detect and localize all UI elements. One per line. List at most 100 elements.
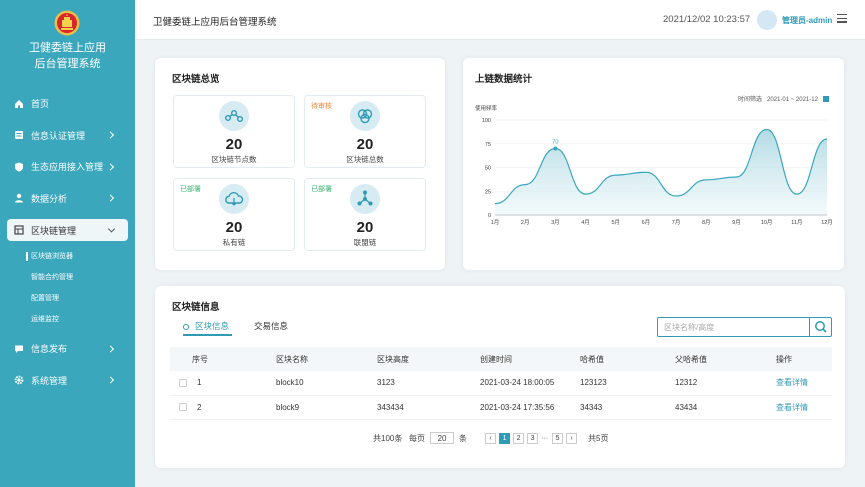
prev-page-button[interactable]: ‹ [485,432,497,444]
chevron-down-icon [107,225,116,233]
sidebar-item-info-auth[interactable]: 信息认证管理 [0,120,135,152]
stat-label: 区块链节点数 [211,155,257,164]
cloud-icon [219,184,249,214]
submenu-item-config[interactable]: 配置管理 [0,288,135,309]
document-icon [15,131,23,140]
x-tick-label: 2月 [521,219,530,226]
chevron-right-icon [106,376,115,384]
page-button[interactable]: 3 [527,432,539,444]
x-tick-label: 11月 [791,219,802,226]
y-tick-label: 50 [485,166,491,172]
app-name: 卫健委链上应用 后台管理系统 [0,40,135,72]
col-header: 父哈希值 [675,347,776,371]
sidebar-item-label: 区块链管理 [31,225,77,236]
y-tick-label: 0 [488,213,491,219]
cell-height: 343434 [377,395,480,420]
shield-icon [15,162,23,172]
table-icon [14,225,24,235]
status-badge-deployed: 已部署 [180,186,201,193]
chevron-right-icon [106,194,115,202]
overview-card: 区块链总览 20 区块链节点数 待审核 20 区块链总数 已部署 20 私有链 … [155,58,445,270]
sidebar: 卫健委链上应用 后台管理系统 首页 信息认证管理 生态应用接入管理 数据分析 区… [0,0,135,487]
next-page-button[interactable]: › [566,432,578,444]
menu-icon[interactable] [837,14,847,23]
stat-label: 私有链 [222,238,246,247]
block-table: 序号 区块名称 区块高度 创建时间 哈希值 父哈希值 操作 1 block10 … [170,347,832,420]
search-button[interactable] [809,318,831,336]
cell-no: 2 [192,395,276,420]
x-tick-label: 1月 [491,219,500,226]
chevron-right-icon [106,131,115,139]
sidebar-item-label: 生态应用接入管理 [31,162,104,173]
app-name-line1: 卫健委链上应用 [29,42,106,54]
submenu-item-contracts[interactable]: 智能合约管理 [0,267,135,288]
header-username[interactable]: 管理员-admin [782,15,832,26]
pagination: 共100条 每页 20 条 ‹ 1 2 3 ··· 5 › 共5页 [373,432,608,444]
hexagon-icon [350,101,380,131]
col-header: 序号 [192,347,276,371]
x-tick-label: 9月 [732,219,741,226]
sidebar-nav: 首页 信息认证管理 生态应用接入管理 数据分析 区块链管理 区块链浏览器 智能合… [0,88,135,396]
sidebar-item-system[interactable]: 系统管理 [0,365,135,397]
stat-value: 20 [225,136,243,153]
stat-card-chains[interactable]: 待审核 20 区块链总数 [304,95,426,168]
stat-label: 联盟链 [353,238,377,247]
page-button[interactable]: 5 [552,432,564,444]
tab-label: 区块信息 [195,321,230,331]
nodes-icon [219,101,249,131]
col-header: 区块高度 [377,347,480,371]
sidebar-item-analytics[interactable]: 数据分析 [0,183,135,215]
stat-card-consortium[interactable]: 已部署 20 联盟链 [304,178,426,251]
row-checkbox[interactable] [179,379,187,388]
app-name-line2: 后台管理系统 [34,58,101,70]
search-input[interactable] [658,318,808,336]
page-size-select[interactable]: 20 [430,432,455,444]
y-tick-label: 75 [485,142,491,148]
submenu-item-browser[interactable]: 区块链浏览器 [0,246,135,267]
sidebar-item-label: 首页 [31,99,50,110]
x-tick-label: 4月 [581,219,590,226]
sidebar-item-publish[interactable]: 信息发布 [0,333,135,365]
sidebar-item-label: 系统管理 [31,375,68,386]
radio-dot-icon [183,323,189,330]
status-badge-deployed: 已部署 [311,186,332,193]
table-row: 2 block9 343434 2021-03-24 17:35:56 3434… [170,395,832,420]
cell-no: 1 [192,371,276,396]
pager-per-page-label: 每页 [409,433,426,443]
y-tick-label: 100 [482,118,491,124]
tab-underline [183,334,232,336]
y-axis-label: 使用频率 [475,104,498,112]
data-label: 70 [552,140,558,146]
tab-transaction-info[interactable]: 交易信息 [254,320,288,332]
overview-title: 区块链总览 [172,74,220,85]
block-info-title: 区块链信息 [172,302,220,313]
view-details-link[interactable]: 查看详情 [776,403,808,412]
x-tick-label: 8月 [702,219,711,226]
cell-name: block10 [276,371,377,396]
search-icon [815,321,827,333]
cell-hash: 34343 [580,395,675,420]
page-button[interactable]: 2 [513,432,525,444]
tab-block-info[interactable]: 区块信息 [183,320,229,332]
avatar[interactable] [757,10,777,30]
sidebar-item-eco-app[interactable]: 生态应用接入管理 [0,151,135,183]
stat-card-private[interactable]: 已部署 20 私有链 [173,178,295,251]
sidebar-item-blockchain[interactable]: 区块链管理 [7,219,128,241]
col-header: 哈希值 [580,347,675,371]
sidebar-item-label: 数据分析 [31,193,68,204]
header-datetime: 2021/12/02 10:23:57 [663,14,751,25]
row-checkbox[interactable] [179,403,187,412]
status-badge-pending: 待审核 [311,103,332,110]
sidebar-item-label: 信息发布 [31,344,68,355]
search-box [657,317,832,337]
stat-card-nodes[interactable]: 20 区块链节点数 [173,95,295,168]
message-icon [15,345,23,353]
col-header: 区块名称 [276,347,377,371]
sidebar-item-label: 信息认证管理 [31,130,86,141]
gear-icon [14,376,24,385]
page-button[interactable]: 1 [499,432,511,444]
sidebar-item-home[interactable]: 首页 [0,88,135,120]
submenu-item-ops[interactable]: 运维监控 [0,308,135,329]
usage-area-chart: 使用频率 0 25 50 75 100 1月 2月 3月 4月 5月 6月 7月 8月 9月 10月 11月 12… [475,104,833,226]
view-details-link[interactable]: 查看详情 [776,378,808,387]
